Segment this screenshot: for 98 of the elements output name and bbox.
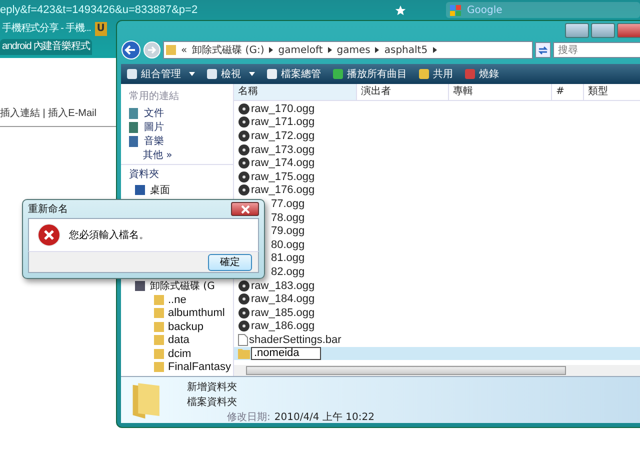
file-row[interactable]: raw_172.ogg: [234, 129, 640, 143]
caret-icon[interactable]: [189, 72, 195, 76]
disc-icon: [238, 184, 250, 196]
toolbar-button[interactable]: 播放所有曲目: [333, 67, 407, 81]
file-row[interactable]: raw_173.ogg: [234, 142, 640, 156]
file-row[interactable]: raw_170.ogg: [234, 102, 640, 116]
favorite-link[interactable]: 文件: [121, 106, 233, 120]
disc-icon: [238, 116, 250, 128]
browser-tab[interactable]: android 內建音樂程式: [0, 39, 92, 55]
toolbar-button[interactable]: 組合管理: [127, 67, 195, 81]
extension-button[interactable]: U: [94, 22, 107, 36]
favorite-link[interactable]: 圖片: [121, 120, 233, 134]
disc-icon: [238, 293, 250, 306]
file-row[interactable]: raw_186.ogg: [234, 320, 640, 334]
file-name: 82.ogg: [271, 266, 305, 278]
section-heading: 常用的連結: [129, 90, 180, 103]
tree-item[interactable]: 卸除式磁碟 (G: [121, 280, 233, 293]
chevron-icon[interactable]: [375, 47, 380, 53]
disc-icon: [238, 130, 250, 142]
dialog-title: 重新命名: [28, 202, 68, 216]
ok-button[interactable]: 確定: [208, 254, 252, 270]
toolbar-button[interactable]: 檢視: [207, 67, 255, 81]
file-row[interactable]: .nomeida: [234, 346, 640, 360]
file-name: raw_176.ogg: [251, 184, 315, 196]
column-header[interactable]: 演出者: [357, 84, 449, 100]
disc-icon: [238, 320, 250, 332]
folder-icon: [238, 348, 250, 359]
forward-icon[interactable]: [143, 41, 161, 59]
search-field[interactable]: 搜尋: [553, 42, 640, 58]
disc-icon: [238, 170, 250, 183]
file-name: raw_170.ogg: [251, 102, 315, 115]
rename-field[interactable]: .nomeida: [251, 346, 321, 360]
close-button[interactable]: [231, 202, 259, 216]
file-row[interactable]: raw_176.ogg: [234, 184, 640, 198]
error-message: 您必須輸入檔名。: [69, 228, 149, 242]
toolbar-button[interactable]: 燒錄: [465, 67, 499, 81]
maximize-button[interactable]: [591, 22, 615, 38]
file-row[interactable]: raw_185.ogg: [234, 306, 640, 320]
tree-item[interactable]: albumthuml: [121, 306, 233, 320]
file-name: raw_173.ogg: [251, 144, 315, 156]
file-row[interactable]: raw_171.ogg: [234, 116, 640, 130]
file-name: 77.ogg: [271, 198, 305, 210]
star-icon[interactable]: [395, 4, 406, 16]
file-name: raw_185.ogg: [251, 306, 315, 319]
folders-header[interactable]: 資料夾: [121, 164, 233, 183]
caret-icon[interactable]: [249, 72, 255, 76]
file-name: raw_171.ogg: [251, 116, 315, 128]
file-row[interactable]: shaderSettings.bar: [234, 333, 640, 347]
file-name: raw_184.ogg: [251, 293, 315, 306]
file-name: shaderSettings.bar: [249, 334, 342, 346]
disc-icon: [238, 144, 250, 156]
toolbar-button[interactable]: 共用: [419, 67, 453, 81]
close-icon[interactable]: [240, 204, 250, 214]
item-type: 檔案資料夾: [187, 396, 238, 409]
horizontal-scrollbar[interactable]: [234, 365, 640, 376]
file-name: raw_175.ogg: [251, 170, 315, 183]
disc-icon: [238, 102, 250, 115]
file-name: 78.ogg: [271, 212, 305, 224]
file-name: 80.ogg: [271, 238, 305, 251]
column-header[interactable]: 專輯: [449, 84, 552, 100]
column-header[interactable]: #: [552, 84, 584, 100]
address-bar[interactable]: « 卸除式磁碟 (G:) gameloft games asphalt5: [163, 41, 533, 59]
file-name: raw_174.ogg: [251, 157, 315, 170]
item-name: 新增資料夾: [187, 380, 238, 394]
chevron-icon[interactable]: [269, 47, 274, 53]
tree-item[interactable]: FinalFantasy: [121, 360, 233, 374]
chevron-icon[interactable]: [432, 47, 437, 53]
toolbar-button[interactable]: 檔案總管: [267, 67, 321, 81]
disc-icon: [238, 157, 250, 170]
disc-icon: [238, 306, 250, 319]
favorite-link[interactable]: 音樂: [121, 134, 233, 148]
date-value: 2010/4/4 上午 10:22: [274, 410, 374, 424]
document-icon: [238, 334, 248, 346]
file-name: raw_183.ogg: [251, 280, 315, 292]
folder-icon: [166, 45, 176, 55]
file-name: 79.ogg: [271, 225, 305, 238]
editor-links: 插入連結 | 插入E-Mail: [0, 106, 96, 121]
tree-item[interactable]: data: [121, 334, 233, 347]
file-row[interactable]: raw_184.ogg: [234, 292, 640, 306]
file-row[interactable]: raw_183.ogg: [234, 278, 640, 292]
file-name: raw_186.ogg: [251, 320, 315, 332]
tree-item[interactable]: backup: [121, 320, 233, 334]
tree-item[interactable]: 桌面: [121, 183, 233, 196]
column-header[interactable]: 類型: [584, 84, 640, 100]
tree-item[interactable]: dcim: [121, 347, 233, 360]
tree-item[interactable]: ..ne: [121, 293, 233, 306]
file-name: raw_172.ogg: [251, 130, 315, 142]
disc-icon: [238, 280, 250, 292]
file-row[interactable]: raw_175.ogg: [234, 170, 640, 184]
minimize-button[interactable]: [565, 22, 589, 38]
error-icon: [37, 223, 61, 247]
chevron-icon[interactable]: [328, 47, 332, 53]
column-header[interactable]: 名稱: [234, 84, 357, 100]
address-text[interactable]: eply&f=423&t=1493426&u=833887&p=2: [0, 4, 395, 16]
back-icon[interactable]: [121, 40, 141, 60]
date-label: 修改日期:: [227, 410, 270, 424]
file-row[interactable]: raw_174.ogg: [234, 156, 640, 170]
more-link[interactable]: 其他 »: [121, 148, 233, 162]
